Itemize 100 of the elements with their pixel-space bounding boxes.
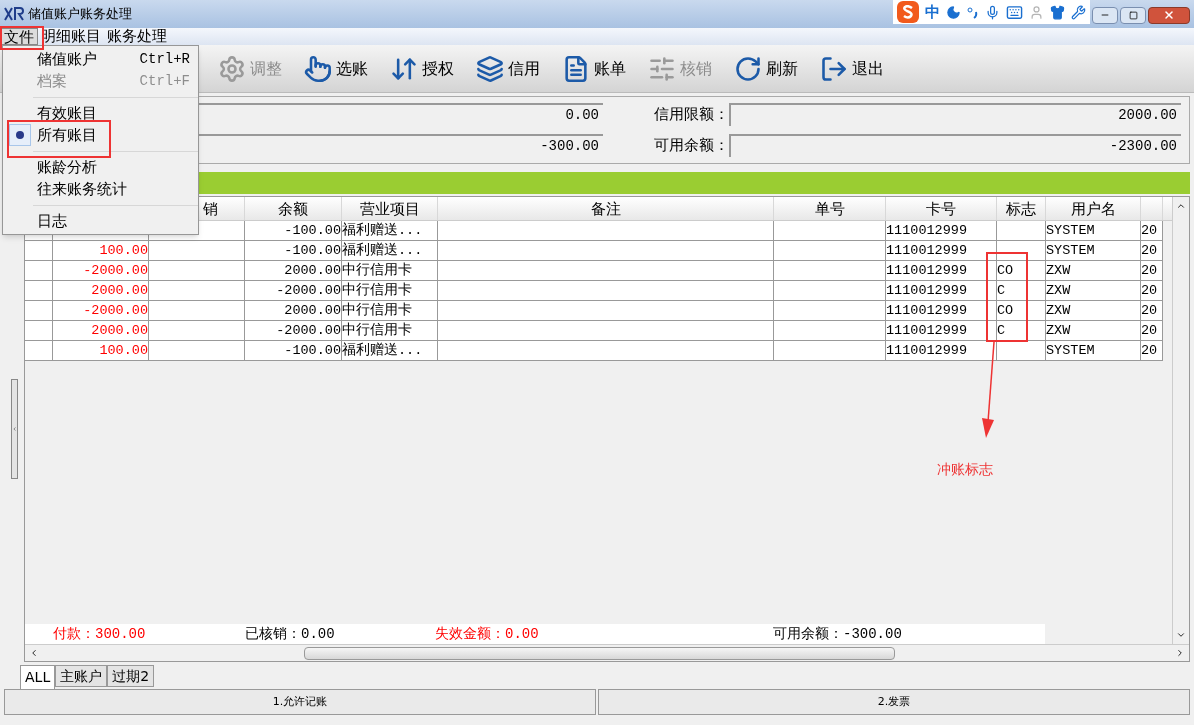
menu-item[interactable]: 账务处理 — [104, 28, 170, 45]
table-cell: -2000.00 — [245, 281, 342, 301]
table-cell: SYSTEM — [1046, 221, 1141, 241]
toolbar-button[interactable]: 选账 — [304, 54, 368, 83]
table-cell: 100.00 — [53, 341, 149, 361]
layers-icon — [476, 54, 504, 83]
shirt-icon[interactable] — [1050, 4, 1065, 20]
table-cell: -100.00 — [245, 241, 342, 261]
table-cell: -2000.00 — [53, 261, 149, 281]
scroll-left-icon[interactable] — [29, 648, 39, 658]
ime-mode[interactable]: 中 — [925, 0, 940, 24]
table-cell: 20 — [1141, 321, 1163, 341]
value-field[interactable]: -2300.00 — [729, 134, 1181, 157]
scroll-down-icon[interactable] — [1176, 630, 1186, 640]
table-cell: 中行信用卡 — [342, 261, 438, 281]
pointing-hand-icon — [304, 54, 332, 83]
menu-entry[interactable]: 有效账目 — [3, 102, 198, 124]
scroll-up-icon[interactable] — [1176, 201, 1186, 211]
table-cell: 20 — [1141, 341, 1163, 361]
tab[interactable]: 主账户 — [55, 665, 108, 687]
toolbar-button[interactable]: 授权 — [390, 54, 454, 83]
toolbar-button[interactable]: 刷新 — [734, 54, 798, 83]
maximize-button[interactable] — [1120, 6, 1146, 24]
table-cell: 2000.00 — [53, 321, 149, 341]
column-header[interactable]: 标志 — [997, 197, 1046, 220]
table-cell: ZXW — [1046, 321, 1141, 341]
close-icon — [1163, 9, 1175, 21]
table-cell: 中行信用卡 — [342, 301, 438, 321]
column-header[interactable]: 备注 — [438, 197, 774, 220]
table-cell: 1110012999 — [886, 261, 997, 281]
column-header[interactable]: 卡号 — [886, 197, 997, 220]
menu-entry[interactable]: 日志 — [3, 210, 198, 232]
table-cell: 1110012999 — [886, 221, 997, 241]
column-header[interactable]: 余额 — [245, 197, 342, 220]
close-button[interactable] — [1148, 6, 1190, 24]
toolbar-button[interactable]: 账单 — [562, 54, 626, 83]
table-cell: 2000.00 — [245, 261, 342, 281]
table-cell: 1110012999 — [886, 321, 997, 341]
table-cell: 20 — [1141, 241, 1163, 261]
table-cell: ZXW — [1046, 261, 1141, 281]
microphone-icon[interactable] — [985, 4, 1000, 20]
table-cell — [997, 221, 1046, 241]
minimize-button[interactable] — [1092, 6, 1118, 24]
status-pane[interactable]: 1.允许记账 — [4, 689, 596, 715]
table-cell: 1110012999 — [886, 301, 997, 321]
annotation-text: 冲账标志 — [937, 460, 993, 479]
column-header[interactable]: 单号 — [774, 197, 886, 220]
summary-text: 可用余额：-300.00 — [772, 624, 903, 644]
splitter-handle[interactable] — [10, 379, 18, 479]
menu-entry[interactable]: 储值账户 Ctrl+R — [3, 48, 198, 70]
table-cell: C — [997, 321, 1046, 341]
table-cell: -100.00 — [245, 221, 342, 241]
wrench-icon[interactable] — [1071, 4, 1086, 20]
tab[interactable]: 过期2 — [107, 665, 155, 687]
status-pane[interactable]: 2.发票 — [598, 689, 1190, 715]
table-cell: ZXW — [1046, 281, 1141, 301]
scrollbar-thumb[interactable] — [304, 646, 895, 660]
table-cell: 2000.00 — [245, 301, 342, 321]
table-cell: 20 — [1141, 281, 1163, 301]
tab[interactable]: ALL — [20, 665, 56, 689]
exit-icon — [820, 54, 848, 83]
summary-text: 付款：300.00 — [52, 624, 147, 644]
logo-icon — [4, 7, 24, 21]
summary-text: 失效金额：0.00 — [434, 624, 540, 644]
table-cell: 100.00 — [53, 241, 149, 261]
field-label: 信用限额： — [653, 104, 729, 126]
menu-entry[interactable]: 所有账目 — [3, 124, 198, 146]
menu-entry[interactable]: 往来账务统计 — [3, 178, 198, 200]
gear-icon — [218, 54, 246, 83]
table-cell — [997, 241, 1046, 261]
menu-item[interactable]: 文件 — [0, 28, 38, 45]
table-cell: 20 — [1141, 221, 1163, 241]
refresh-icon — [734, 54, 762, 83]
column-header[interactable]: 营业项目 — [342, 197, 438, 220]
value-field[interactable]: 2000.00 — [729, 103, 1181, 126]
table-cell: 1110012999 — [886, 241, 997, 261]
horizontal-scrollbar[interactable] — [25, 644, 1189, 661]
toolbar-button[interactable]: 信用 — [476, 54, 540, 83]
table-cell: 20 — [1141, 301, 1163, 321]
toolbar-button[interactable]: 退出 — [820, 54, 884, 83]
table-cell: ZXW — [1046, 301, 1141, 321]
table-cell — [997, 341, 1046, 361]
table-cell: -100.00 — [245, 341, 342, 361]
column-header[interactable]: 用户名 — [1046, 197, 1141, 220]
keyboard-icon[interactable] — [1006, 3, 1023, 21]
moon-icon[interactable] — [946, 4, 961, 20]
shortcut-text: Ctrl+R — [139, 49, 190, 69]
table-cell: CO — [997, 261, 1046, 281]
sliders-icon — [648, 54, 676, 83]
maximize-icon — [1128, 10, 1138, 20]
punctuation-icon[interactable] — [967, 5, 979, 19]
menu-entry[interactable]: 账龄分析 — [3, 156, 198, 178]
table-cell: SYSTEM — [1046, 341, 1141, 361]
scroll-right-icon[interactable] — [1175, 648, 1185, 658]
window-title: 储值账户账务处理 — [28, 5, 132, 24]
table-cell: CO — [997, 301, 1046, 321]
table-cell: -2000.00 — [53, 301, 149, 321]
table-cell: 福利赠送... — [342, 221, 438, 241]
table-cell: C — [997, 281, 1046, 301]
table-cell: 1110012999 — [886, 281, 997, 301]
